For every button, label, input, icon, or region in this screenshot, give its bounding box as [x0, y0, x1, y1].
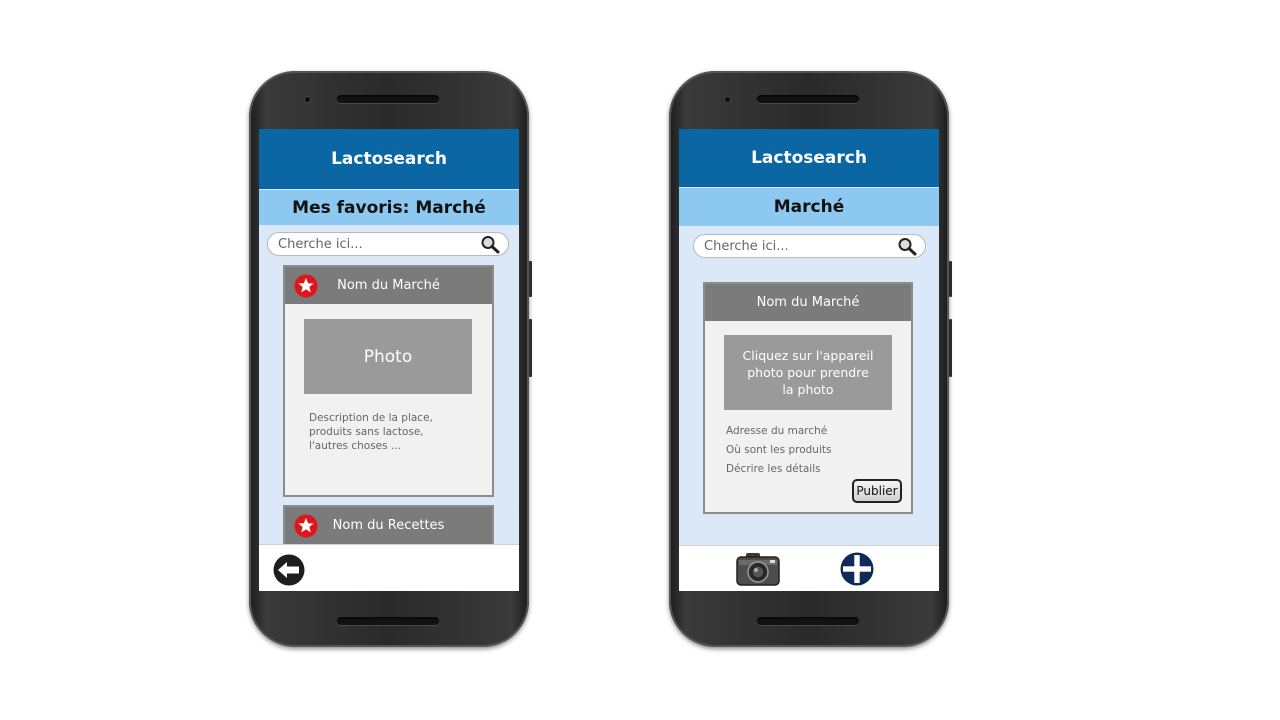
search-input[interactable] [278, 235, 468, 253]
camera-icon[interactable] [736, 552, 780, 586]
photo-label: Photo [363, 346, 413, 367]
photo-instruction-line: la photo [782, 382, 834, 397]
card-header: Nom du Marché [285, 267, 492, 304]
favorites-screen: Lactosearch Mes favoris: Marché Nom du M… [259, 129, 519, 591]
card-header: Nom du Marché [705, 284, 911, 321]
app-title: Lactosearch [259, 129, 519, 189]
back-arrow-icon[interactable] [273, 554, 305, 586]
market-screen: Lactosearch Marché Nom du Marché Cliquez… [679, 129, 939, 591]
front-camera [725, 97, 730, 102]
description-line: Description de la place, [309, 412, 433, 424]
new-market-card: Nom du Marché Cliquez sur l'appareil pho… [703, 282, 913, 514]
publish-button[interactable]: Publier [852, 479, 902, 503]
card-title: Nom du Marché [756, 295, 860, 310]
description-line: l'autres choses ... [309, 440, 401, 452]
card-description: Description de la place, produits sans l… [309, 411, 433, 453]
search-input[interactable] [704, 237, 894, 255]
earpiece-speaker [757, 95, 859, 103]
front-camera [305, 97, 310, 102]
bottom-navigation [679, 545, 939, 591]
app-title: Lactosearch [679, 129, 939, 187]
volume-button [949, 261, 952, 297]
bottom-speaker [337, 617, 439, 625]
power-button [949, 319, 952, 377]
card-header: Nom du Recettes [285, 507, 492, 544]
phone-frame-favorites: Lactosearch Mes favoris: Marché Nom du M… [249, 71, 532, 647]
favorite-star-icon[interactable] [294, 514, 318, 538]
search-icon[interactable] [897, 237, 917, 256]
card-title: Nom du Recettes [332, 518, 445, 533]
photo-capture-area[interactable]: Cliquez sur l'appareil photo pour prendr… [724, 335, 892, 410]
page-title: Mes favoris: Marché [259, 190, 519, 225]
bottom-navigation [259, 544, 519, 591]
products-field[interactable]: Où sont les produits [726, 444, 831, 456]
page-title: Marché [679, 188, 939, 226]
earpiece-speaker [337, 95, 439, 103]
photo-instruction-line: photo pour prendre [747, 365, 869, 380]
volume-button [529, 261, 532, 297]
photo-placeholder: Photo [304, 319, 472, 394]
photo-instruction-line: Cliquez sur l'appareil [742, 348, 874, 363]
description-line: produits sans lactose, [309, 426, 424, 438]
bottom-speaker [757, 617, 859, 625]
details-field[interactable]: Décrire les détails [726, 463, 821, 475]
search-bar[interactable] [693, 234, 926, 258]
phone-frame-market: Lactosearch Marché Nom du Marché Cliquez… [669, 71, 952, 647]
market-card[interactable]: Nom du Marché Photo Description de la pl… [283, 265, 494, 497]
add-plus-icon[interactable] [840, 552, 874, 586]
card-title: Nom du Marché [337, 278, 440, 293]
favorite-star-icon[interactable] [294, 274, 318, 298]
search-icon[interactable] [480, 235, 500, 254]
address-field[interactable]: Adresse du marché [726, 425, 827, 437]
search-bar[interactable] [267, 232, 509, 256]
power-button [529, 319, 532, 377]
